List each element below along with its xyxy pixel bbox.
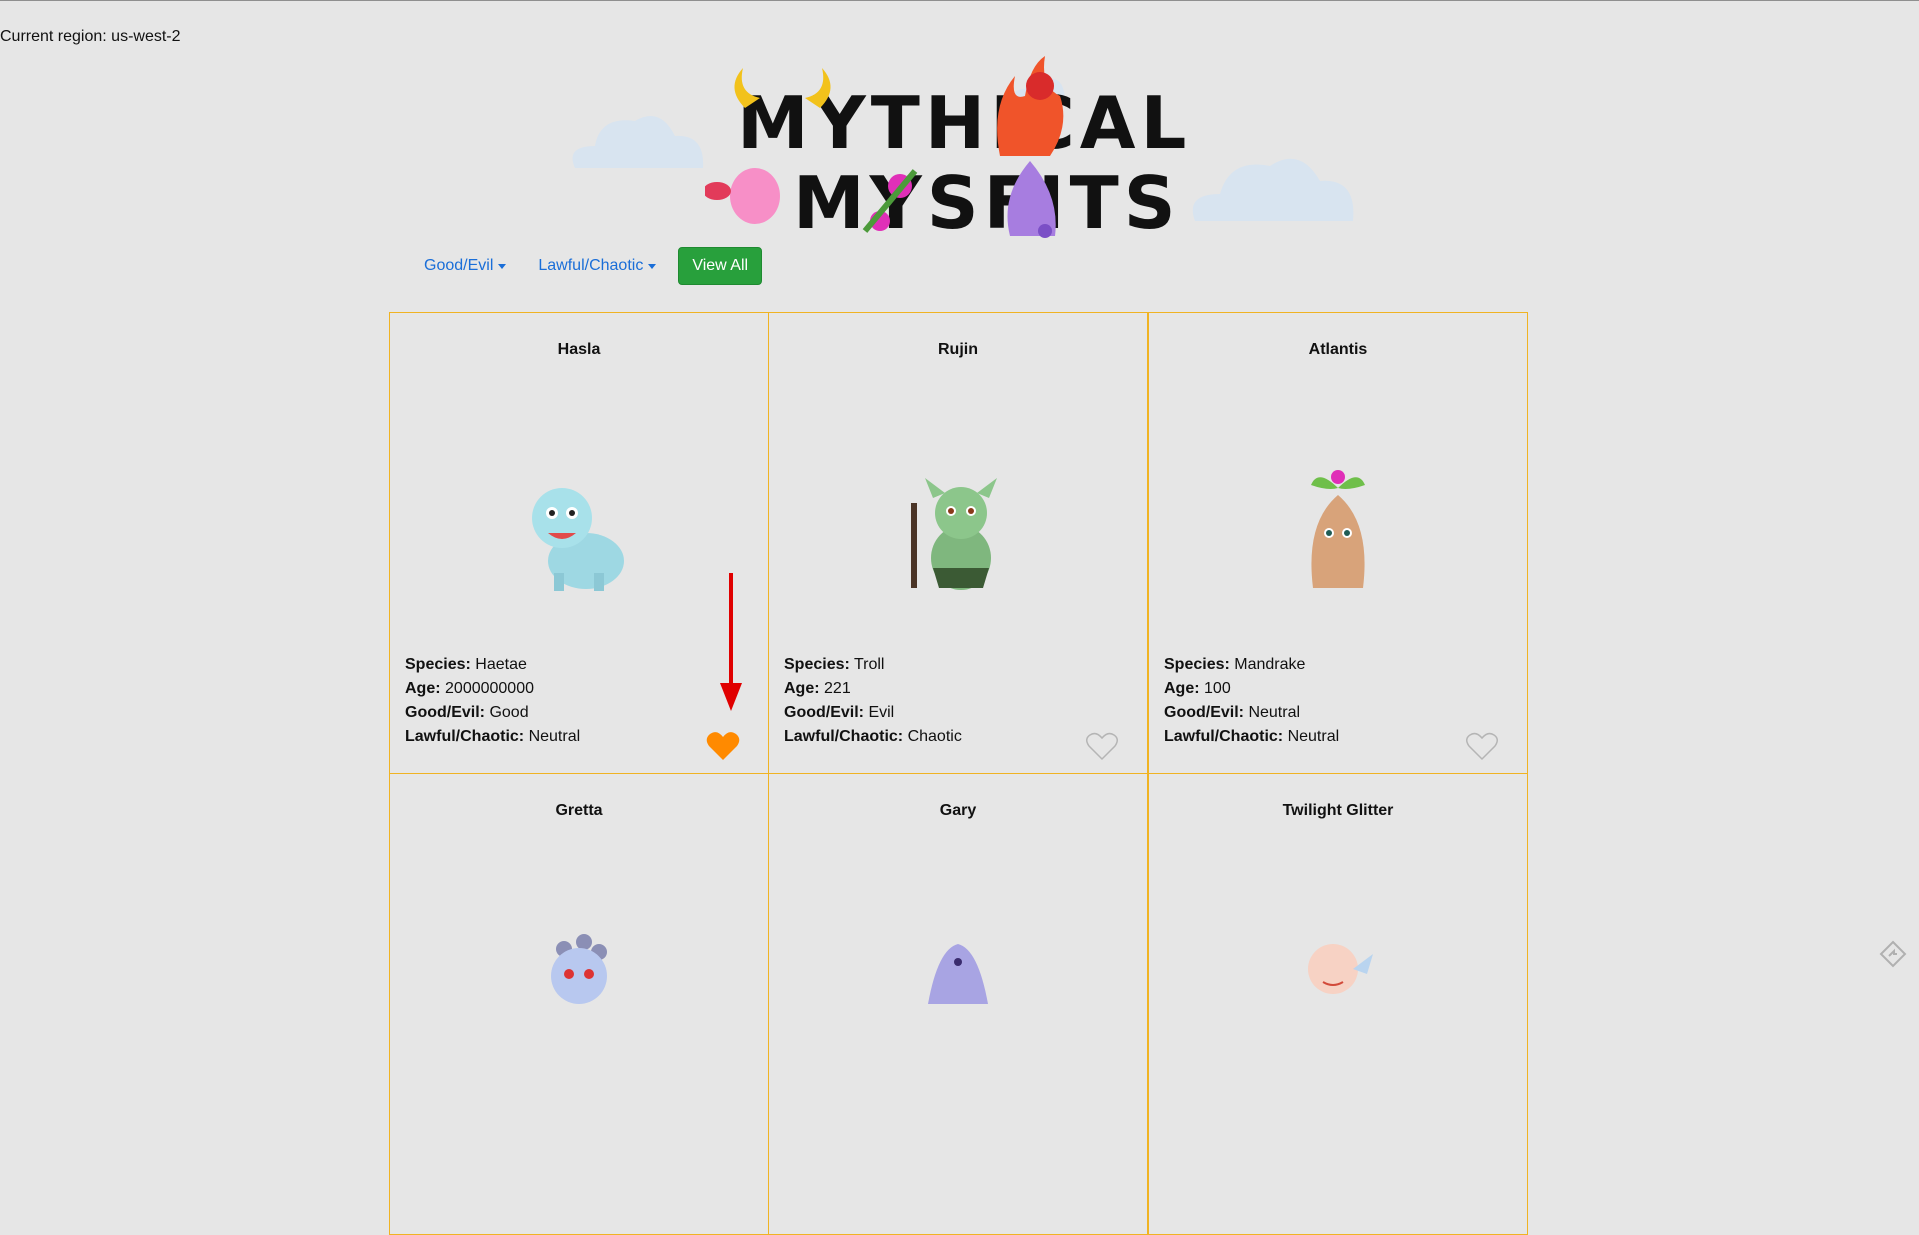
mysfit-card[interactable]: Gary: [768, 773, 1148, 1235]
mandrake-icon[interactable]: [1283, 463, 1393, 593]
good-evil-label: Good/Evil:: [1164, 704, 1244, 721]
good-evil-dropdown[interactable]: Good/Evil: [408, 249, 522, 283]
gary-creature-icon[interactable]: [903, 924, 1013, 1054]
current-region-text: Current region: us-west-2: [0, 28, 181, 45]
yellow-horns-icon: [734, 68, 831, 108]
annotation-arrow-icon: [720, 573, 742, 711]
lawful-chaotic-label: Lawful/Chaotic:: [784, 728, 904, 745]
species-value: Troll: [853, 656, 885, 673]
age-label: Age:: [784, 680, 820, 697]
lawful-chaotic-value: Neutral: [528, 728, 581, 745]
mysfit-card[interactable]: Atlantis Species: Mandrake Age: 100 Good…: [1148, 312, 1528, 774]
heart-outline-icon[interactable]: [1085, 731, 1119, 761]
mysfits-grid: Hasla Species: Haetae Age: 2000000000 Go…: [389, 312, 1529, 1235]
blue-haetae-icon[interactable]: [524, 463, 634, 593]
age-value: 100: [1204, 680, 1231, 697]
species-label: Species:: [405, 656, 471, 673]
purple-creature-icon: [1007, 161, 1056, 238]
age-label: Age:: [1164, 680, 1200, 697]
heart-filled-icon[interactable]: [706, 731, 740, 761]
caret-down-icon: [648, 263, 657, 269]
mythical-mysfits-logo: MYTHICAL MYSFITS: [572, 46, 1354, 246]
pink-creature-icon: [705, 168, 780, 224]
green-troll-icon[interactable]: [903, 463, 1013, 593]
heart-outline-icon[interactable]: [1465, 731, 1499, 761]
age-value: 221: [824, 680, 851, 697]
diamond-arrow-icon[interactable]: [1879, 940, 1907, 968]
lawful-chaotic-value: Chaotic: [907, 728, 962, 745]
good-evil-value: Good: [489, 704, 529, 721]
lawful-chaotic-label: Lawful/Chaotic:: [405, 728, 525, 745]
mysfit-name: Atlantis: [1308, 341, 1368, 358]
mysfit-name: Twilight Glitter: [1282, 802, 1394, 819]
mysfit-info: Species: Mandrake Age: 100 Good/Evil: Ne…: [1164, 653, 1339, 749]
good-evil-dropdown-label: Good/Evil: [424, 257, 494, 274]
mysfit-name: Hasla: [557, 341, 601, 358]
mysfit-name: Gary: [939, 802, 977, 819]
age-label: Age:: [405, 680, 441, 697]
mysfit-card[interactable]: Twilight Glitter: [1148, 773, 1528, 1235]
mysfit-name: Rujin: [938, 341, 978, 358]
species-value: Mandrake: [1234, 656, 1306, 673]
lawful-chaotic-dropdown[interactable]: Lawful/Chaotic: [522, 249, 672, 283]
gretta-creature-icon[interactable]: [524, 924, 634, 1054]
species-label: Species:: [1164, 656, 1230, 673]
lawful-chaotic-label: Lawful/Chaotic:: [1164, 728, 1284, 745]
logo-line-2: MYSFITS: [793, 161, 1181, 245]
species-value: Haetae: [475, 656, 527, 673]
good-evil-label: Good/Evil:: [405, 704, 485, 721]
age-value: 2000000000: [445, 680, 534, 697]
filter-bar: Good/Evil Lawful/Chaotic View All: [408, 247, 763, 285]
lawful-chaotic-dropdown-label: Lawful/Chaotic: [538, 257, 644, 274]
caret-down-icon: [498, 263, 507, 269]
good-evil-value: Neutral: [1248, 704, 1301, 721]
flower-vine-icon: [862, 169, 918, 233]
mysfit-card[interactable]: Hasla Species: Haetae Age: 2000000000 Go…: [389, 312, 769, 774]
good-evil-value: Evil: [868, 704, 895, 721]
mysfit-card[interactable]: Rujin Species: Troll Age: 221 Good/Evil:…: [768, 312, 1148, 774]
lawful-chaotic-value: Neutral: [1287, 728, 1340, 745]
mysfit-info: Species: Troll Age: 221 Good/Evil: Evil …: [784, 653, 962, 749]
cloud-icon: [572, 116, 704, 168]
view-all-button[interactable]: View All: [678, 247, 763, 285]
good-evil-label: Good/Evil:: [784, 704, 864, 721]
cloud-icon: [1192, 158, 1354, 221]
mysfit-card[interactable]: Gretta: [389, 773, 769, 1235]
fire-bird-icon: [997, 56, 1064, 156]
mysfit-name: Gretta: [555, 802, 603, 819]
mysfit-info: Species: Haetae Age: 2000000000 Good/Evi…: [405, 653, 580, 749]
species-label: Species:: [784, 656, 850, 673]
twilight-glitter-creature-icon[interactable]: [1283, 924, 1393, 1054]
